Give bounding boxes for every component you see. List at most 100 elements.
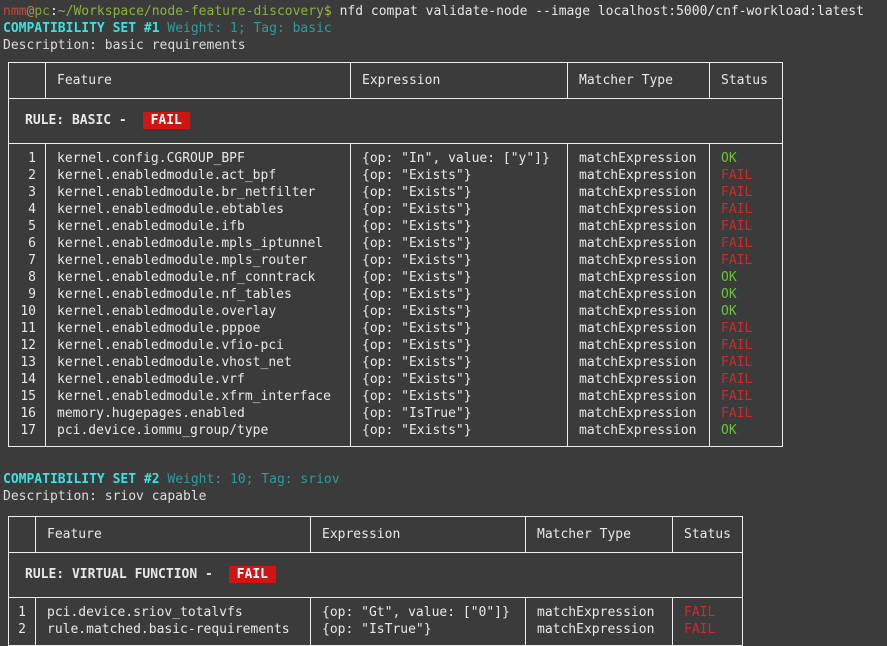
feature-cell: kernel.enabledmodule.ebtables xyxy=(46,201,351,218)
rule-header-row: RULE: BASIC - FAIL xyxy=(9,99,783,144)
row-number-cell: 16 xyxy=(9,405,46,422)
expression-cell: {op: "Exists"} xyxy=(351,167,568,184)
expression-cell: {op: "Exists"} xyxy=(351,252,568,269)
compat-set-1-title: COMPATIBILITY SET #1 xyxy=(3,21,160,36)
expression-cell: {op: "Exists"} xyxy=(351,201,568,218)
row-number-cell: 6 xyxy=(9,235,46,252)
row-number-cell: 3 xyxy=(9,184,46,201)
table-row: 11kernel.enabledmodule.pppoe{op: "Exists… xyxy=(9,320,783,337)
row-number-cell: 11 xyxy=(9,320,46,337)
status-cell: FAIL xyxy=(710,354,783,371)
prompt-dollar: $ xyxy=(324,4,340,19)
status-cell: FAIL xyxy=(710,371,783,388)
rule-table-virtual-function: RULE: VIRTUAL FUNCTION - FAIL Feature Ex… xyxy=(8,516,743,646)
feature-cell: kernel.enabledmodule.vrf xyxy=(46,371,351,388)
status-cell: FAIL xyxy=(673,621,743,646)
matcher-type-cell: matchExpression xyxy=(526,621,673,646)
row-number-cell: 13 xyxy=(9,354,46,371)
prompt-host: pc xyxy=(34,4,50,19)
feature-cell: memory.hugepages.enabled xyxy=(46,405,351,422)
matcher-type-cell: matchExpression xyxy=(568,354,710,371)
matcher-type-cell: matchExpression xyxy=(568,286,710,303)
rule-title: RULE: BASIC - FAIL xyxy=(9,99,783,144)
row-number-cell: 9 xyxy=(9,286,46,303)
table-row: 4kernel.enabledmodule.ebtables{op: "Exis… xyxy=(9,201,783,218)
row-number-cell: 10 xyxy=(9,303,46,320)
table-row: 6kernel.enabledmodule.mpls_iptunnel{op: … xyxy=(9,235,783,252)
feature-cell: kernel.enabledmodule.pppoe xyxy=(46,320,351,337)
row-number-cell: 1 xyxy=(9,598,36,622)
prompt-separator: : xyxy=(50,4,58,19)
expression-cell: {op: "Exists"} xyxy=(351,218,568,235)
matcher-type-cell: matchExpression xyxy=(568,320,710,337)
row-number-cell: 14 xyxy=(9,371,46,388)
compat-set-1-description: Description: basic requirements xyxy=(3,37,887,54)
status-cell: OK xyxy=(710,303,783,320)
rule-status-badge: FAIL xyxy=(143,112,190,129)
column-header-expression: Expression xyxy=(351,63,568,99)
feature-cell: kernel.enabledmodule.xfrm_interface xyxy=(46,388,351,405)
table-row: 7kernel.enabledmodule.mpls_router{op: "E… xyxy=(9,252,783,269)
column-header-matcher: Matcher Type xyxy=(568,63,710,99)
compat-set-2-meta: Weight: 10; Tag: sriov xyxy=(160,472,340,487)
feature-cell: kernel.enabledmodule.act_bpf xyxy=(46,167,351,184)
expression-cell: {op: "IsTrue"} xyxy=(311,621,526,646)
table-row: 3kernel.enabledmodule.br_netfilter{op: "… xyxy=(9,184,783,201)
feature-cell: kernel.enabledmodule.overlay xyxy=(46,303,351,320)
expression-cell: {op: "Exists"} xyxy=(351,235,568,252)
table-row: 12kernel.enabledmodule.vfio-pci{op: "Exi… xyxy=(9,337,783,354)
table-row: 1pci.device.sriov_totalvfs{op: "Gt", val… xyxy=(9,598,743,622)
feature-cell: kernel.enabledmodule.mpls_router xyxy=(46,252,351,269)
compat-set-1-meta: Weight: 1; Tag: basic xyxy=(160,21,332,36)
matcher-type-cell: matchExpression xyxy=(568,405,710,422)
feature-cell: pci.device.sriov_totalvfs xyxy=(36,598,311,622)
expression-cell: {op: "Exists"} xyxy=(351,184,568,201)
column-header-status: Status xyxy=(710,63,783,99)
status-cell: FAIL xyxy=(710,218,783,235)
status-cell: FAIL xyxy=(710,337,783,354)
command-text: nfd compat validate-node --image localho… xyxy=(340,4,864,19)
table-row: 9kernel.enabledmodule.nf_tables{op: "Exi… xyxy=(9,286,783,303)
status-cell: FAIL xyxy=(710,252,783,269)
rule-header-row: RULE: VIRTUAL FUNCTION - FAIL xyxy=(9,553,743,598)
column-header-feature: Feature xyxy=(46,63,351,99)
column-header-num xyxy=(9,517,36,553)
row-number-cell: 5 xyxy=(9,218,46,235)
table-row: 17pci.device.iommu_group/type{op: "Exist… xyxy=(9,422,783,447)
matcher-type-cell: matchExpression xyxy=(568,184,710,201)
matcher-type-cell: matchExpression xyxy=(568,144,710,168)
status-cell: FAIL xyxy=(710,201,783,218)
status-cell: OK xyxy=(710,422,783,447)
expression-cell: {op: "Exists"} xyxy=(351,303,568,320)
expression-cell: {op: "Exists"} xyxy=(351,286,568,303)
row-number-cell: 7 xyxy=(9,252,46,269)
expression-cell: {op: "Gt", value: ["0"]} xyxy=(311,598,526,622)
expression-cell: {op: "Exists"} xyxy=(351,354,568,371)
matcher-type-cell: matchExpression xyxy=(568,218,710,235)
compat-set-2-title: COMPATIBILITY SET #2 xyxy=(3,472,160,487)
row-number-cell: 1 xyxy=(9,144,46,168)
compat-set-1-title-line: COMPATIBILITY SET #1 Weight: 1; Tag: bas… xyxy=(3,20,887,37)
row-number-cell: 15 xyxy=(9,388,46,405)
status-cell: OK xyxy=(710,144,783,168)
table-row: 15kernel.enabledmodule.xfrm_interface{op… xyxy=(9,388,783,405)
terminal-window: { "terminal": { "prompt": { "user": "nmm… xyxy=(0,0,887,635)
compat-set-2-title-line: COMPATIBILITY SET #2 Weight: 10; Tag: sr… xyxy=(3,471,887,488)
table-row: 1kernel.config.CGROUP_BPF{op: "In", valu… xyxy=(9,144,783,168)
rule-status-badge: FAIL xyxy=(229,566,276,583)
rule-label: RULE: VIRTUAL FUNCTION - xyxy=(25,567,221,582)
expression-cell: {op: "Exists"} xyxy=(351,422,568,447)
prompt-path: ~/Workspace/node-feature-discovery xyxy=(58,4,324,19)
matcher-type-cell: matchExpression xyxy=(568,167,710,184)
status-cell: FAIL xyxy=(710,405,783,422)
feature-cell: kernel.enabledmodule.vhost_net xyxy=(46,354,351,371)
status-cell: OK xyxy=(710,269,783,286)
feature-cell: kernel.enabledmodule.nf_conntrack xyxy=(46,269,351,286)
table-row: 8kernel.enabledmodule.nf_conntrack{op: "… xyxy=(9,269,783,286)
matcher-type-cell: matchExpression xyxy=(568,252,710,269)
table-row: 13kernel.enabledmodule.vhost_net{op: "Ex… xyxy=(9,354,783,371)
feature-cell: kernel.enabledmodule.br_netfilter xyxy=(46,184,351,201)
status-cell: FAIL xyxy=(710,320,783,337)
matcher-type-cell: matchExpression xyxy=(568,303,710,320)
prompt-line: nmm@pc:~/Workspace/node-feature-discover… xyxy=(3,3,887,20)
